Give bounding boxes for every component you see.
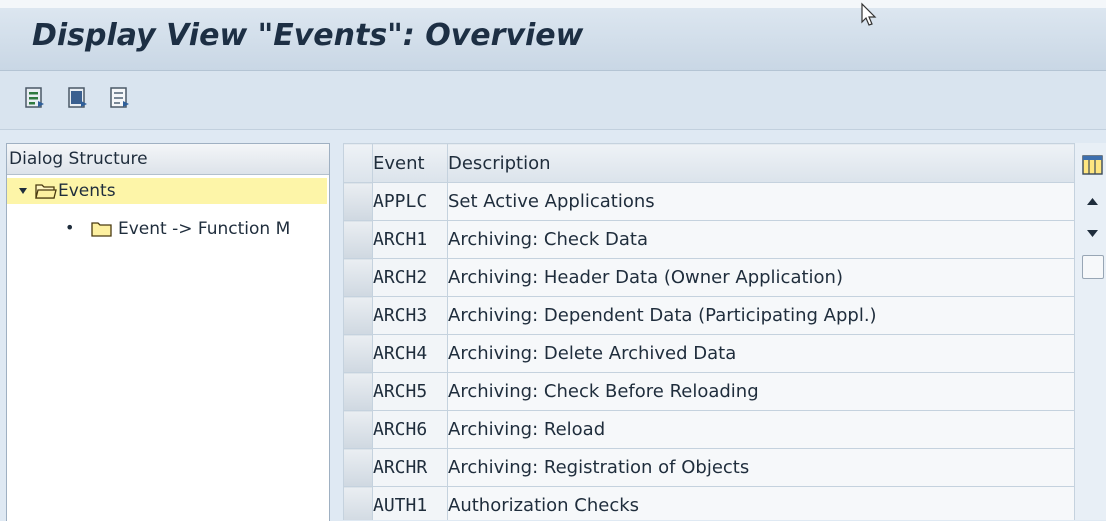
event-cell[interactable]: ARCH2 [372, 258, 448, 297]
row-selector-button[interactable] [343, 410, 373, 449]
expand-triangle-icon[interactable] [18, 187, 28, 195]
event-cell[interactable]: ARCH1 [372, 220, 448, 259]
event-cell[interactable]: ARCHR [372, 448, 448, 487]
tree-item-events[interactable]: Events [7, 178, 327, 204]
table-panel: Event Description APPLC Set Active Appli… [343, 143, 1106, 520]
title-bar: Display View "Events": Overview [0, 8, 1106, 71]
table-row[interactable]: ARCH2 Archiving: Header Data (Owner Appl… [343, 258, 1075, 297]
table-row[interactable]: ARCH6 Archiving: Reload [343, 410, 1075, 449]
dialog-structure-header: Dialog Structure [7, 144, 329, 175]
table-row[interactable]: ARCH3 Archiving: Dependent Data (Partici… [343, 296, 1075, 335]
select-all-icon[interactable] [67, 86, 89, 110]
scroll-thumb[interactable] [1082, 255, 1104, 279]
tree-item-event-function-module[interactable]: • Event -> Function M [7, 216, 327, 242]
description-cell[interactable]: Archiving: Check Data [447, 220, 1075, 259]
table-row[interactable]: ARCH4 Archiving: Delete Archived Data [343, 334, 1075, 373]
top-strip [0, 0, 1106, 8]
row-selector-button[interactable] [343, 486, 373, 520]
page-title: Display View "Events": Overview [32, 18, 584, 53]
tree-bullet-icon: • [65, 218, 75, 237]
row-selector-button[interactable] [343, 334, 373, 373]
dialog-structure-panel: Dialog Structure Events • Event -> Funct… [6, 143, 330, 521]
table-header-row: Event Description [343, 143, 1075, 183]
open-folder-icon [35, 184, 57, 199]
description-cell[interactable]: Archiving: Reload [447, 410, 1075, 449]
column-header-description[interactable]: Description [447, 143, 1075, 183]
column-configuration-icon[interactable] [1082, 154, 1103, 176]
event-cell[interactable]: AUTH1 [372, 486, 448, 520]
description-cell[interactable]: Authorization Checks [447, 486, 1075, 520]
table-row[interactable]: APPLC Set Active Applications [343, 182, 1075, 221]
description-cell[interactable]: Set Active Applications [447, 182, 1075, 221]
row-selector-button[interactable] [343, 182, 373, 221]
event-cell[interactable]: ARCH5 [372, 372, 448, 411]
row-selector-button[interactable] [343, 220, 373, 259]
table-row[interactable]: ARCH5 Archiving: Check Before Reloading [343, 372, 1075, 411]
table-row[interactable]: ARCHR Archiving: Registration of Objects [343, 448, 1075, 487]
scroll-down-icon[interactable] [1079, 219, 1106, 247]
description-cell[interactable]: Archiving: Header Data (Owner Applicatio… [447, 258, 1075, 297]
display-sap-object-icon[interactable] [24, 86, 46, 110]
row-selector-button[interactable] [343, 296, 373, 335]
row-selector-button[interactable] [343, 448, 373, 487]
events-table: Event Description APPLC Set Active Appli… [343, 143, 1075, 520]
row-selector-button[interactable] [343, 258, 373, 297]
events-table-container: Event Description APPLC Set Active Appli… [343, 143, 1075, 520]
event-cell[interactable]: ARCH3 [372, 296, 448, 335]
tree-item-label: Event -> Function M [118, 219, 291, 239]
event-cell[interactable]: ARCH6 [372, 410, 448, 449]
deselect-all-icon[interactable] [109, 86, 131, 110]
vertical-scrollbar[interactable] [1079, 143, 1106, 520]
scroll-up-icon[interactable] [1079, 187, 1106, 215]
select-all-rows-button[interactable] [343, 143, 373, 183]
event-cell[interactable]: ARCH4 [372, 334, 448, 373]
description-cell[interactable]: Archiving: Registration of Objects [447, 448, 1075, 487]
table-row[interactable]: ARCH1 Archiving: Check Data [343, 220, 1075, 259]
mouse-cursor-icon [861, 2, 877, 26]
row-selector-button[interactable] [343, 372, 373, 411]
column-header-event[interactable]: Event [372, 143, 448, 183]
tree-item-label: Events [58, 181, 116, 201]
table-row[interactable]: AUTH1 Authorization Checks [343, 486, 1075, 520]
description-cell[interactable]: Archiving: Check Before Reloading [447, 372, 1075, 411]
folder-icon [91, 222, 112, 237]
event-cell[interactable]: APPLC [372, 182, 448, 221]
description-cell[interactable]: Archiving: Dependent Data (Participating… [447, 296, 1075, 335]
description-cell[interactable]: Archiving: Delete Archived Data [447, 334, 1075, 373]
application-toolbar [0, 71, 1106, 130]
